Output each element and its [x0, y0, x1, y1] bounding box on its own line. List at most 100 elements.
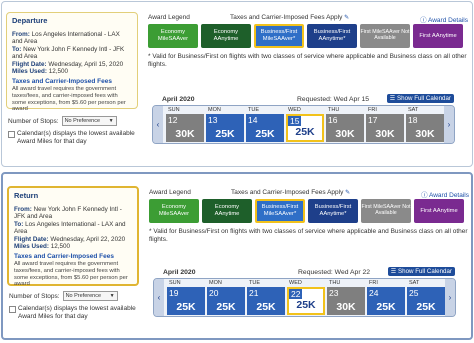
day-number: 12 [168, 115, 178, 125]
return-from: From: New York John F Kennedy Intl - JFK… [14, 206, 122, 221]
legend-business-milesaaver: Business/First MileSAAver* [254, 24, 304, 48]
day-cell[interactable]: 13 25K [206, 114, 244, 142]
day-cell[interactable]: 23 30K [327, 287, 365, 315]
return-calendar: ‹ SUN 19 25K MON 20 25K TUE 21 25K WED 22 25K THU 23 3… [153, 278, 456, 317]
legend-business-milesaaver: Business/First MileSAAver* [255, 199, 305, 223]
departure-from: From: Los Angeles International - LAX an… [12, 31, 120, 46]
departure-fees-link[interactable]: Taxes and Carrier-Imposed Fees [12, 78, 112, 85]
calendar-day[interactable]: WED 22 25K [287, 279, 325, 316]
day-cell[interactable]: 25 25K [407, 287, 445, 315]
show-full-calendar-button[interactable]: ☰ Show Full Calendar [387, 267, 455, 276]
info-icon: ⓘ [421, 192, 428, 199]
day-of-week: SAT [409, 280, 420, 286]
calendar-note-checkbox [9, 306, 16, 313]
chevron-down-icon: ▼ [109, 293, 115, 299]
day-cell[interactable]: 20 25K [207, 287, 245, 315]
stops-select[interactable]: No Preference ▼ [61, 116, 117, 126]
calendar-day[interactable]: THU 23 30K [327, 279, 365, 316]
day-cell[interactable]: 16 30K [326, 114, 364, 142]
calendar-day[interactable]: SAT 25 25K [407, 279, 445, 316]
day-number: 17 [368, 115, 378, 125]
legend-economy-milesaaver: Economy MileSAAver [148, 24, 198, 48]
calendar-day[interactable]: TUE 14 25K [246, 106, 284, 143]
pencil-icon: ✎ [345, 190, 351, 196]
day-number: 24 [369, 288, 379, 298]
return-legend-header: Award Legend Taxes and Carrier-Imposed F… [149, 189, 471, 199]
departure-title: Departure [12, 16, 48, 25]
legend-business-aanytime: Business/First AAnytime* [308, 199, 358, 223]
departure-info-card: Departure From: Los Angeles Internationa… [6, 12, 138, 112]
calendar-day[interactable]: MON 20 25K [207, 279, 245, 316]
day-cell[interactable]: 18 30K [406, 114, 444, 142]
fees-apply-link[interactable]: Taxes and Carrier-Imposed Fees Apply ✎ [231, 189, 350, 196]
chevron-left-icon[interactable]: ‹ [154, 279, 164, 316]
requested-date: Requested: Wed Apr 22 [298, 269, 371, 276]
return-to: To: Los Angeles International - LAX and … [14, 220, 126, 236]
day-cell[interactable]: 22 25K [287, 287, 325, 315]
day-of-week: MON [209, 280, 222, 286]
legend-first-milesaaver-na: First MileSAAver Not Available [361, 199, 411, 223]
calendar-day[interactable]: FRI 17 30K [366, 106, 404, 143]
day-of-week: WED [288, 107, 301, 113]
award-details-link[interactable]: ⓘ Award Details [420, 14, 468, 24]
legend-economy-aanytime: Economy AAnytime [201, 24, 251, 48]
day-cell[interactable]: 14 25K [246, 114, 284, 142]
legend-title: Award Legend [149, 189, 191, 196]
day-cell[interactable]: 24 25K [367, 287, 405, 315]
legend-economy-aanytime: Economy AAnytime [202, 199, 252, 223]
day-number: 16 [328, 115, 338, 125]
departure-section: Departure From: Los Angeles Internationa… [1, 1, 473, 167]
calendar-day[interactable]: TUE 21 25K [247, 279, 285, 316]
return-fees-link[interactable]: Taxes and Carrier-Imposed Fees [14, 253, 114, 260]
calendar-day[interactable]: THU 16 30K [326, 106, 364, 143]
return-legend: Economy MileSAAver Economy AAnytime Busi… [149, 199, 471, 223]
return-date: Flight Date: Wednesday, April 22, 2020 [14, 235, 126, 243]
calendar-day[interactable]: SUN 19 25K [167, 279, 205, 316]
legend-business-aanytime: Business/First AAnytime* [307, 24, 357, 48]
info-icon: ⓘ [420, 17, 427, 24]
day-cell[interactable]: 21 25K [247, 287, 285, 315]
day-price: 25K [176, 301, 196, 313]
day-cell[interactable]: 15 25K [286, 114, 324, 142]
day-number: 21 [249, 288, 259, 298]
day-price: 25K [296, 299, 316, 311]
legend-first-aanytime: First AAnytime [413, 24, 463, 48]
day-cell[interactable]: 17 30K [366, 114, 404, 142]
day-number: 18 [408, 115, 418, 125]
day-number: 14 [248, 115, 258, 125]
day-of-week: SUN [169, 280, 181, 286]
return-stops: Number of Stops: No Preference ▼ [9, 291, 118, 301]
calendar-month: April 2020 [163, 269, 196, 276]
day-price: 25K [256, 301, 276, 313]
day-price: 30K [175, 128, 195, 140]
stops-label: Number of Stops: [8, 117, 59, 125]
day-price: 25K [215, 128, 235, 140]
calendar-day[interactable]: SAT 18 30K [406, 106, 444, 143]
day-cell[interactable]: 19 25K [167, 287, 205, 315]
calendar-day[interactable]: WED 15 25K [286, 106, 324, 143]
calendar-day[interactable]: MON 13 25K [206, 106, 244, 143]
day-number: 19 [169, 288, 179, 298]
day-number: 22 [289, 289, 303, 299]
fees-apply-link[interactable]: Taxes and Carrier-Imposed Fees Apply ✎ [230, 14, 349, 21]
award-details-link[interactable]: ⓘ Award Details [421, 189, 469, 199]
departure-to: To: New York John F Kennedy Intl - JFK a… [12, 45, 125, 61]
show-full-calendar-button[interactable]: ☰ Show Full Calendar [386, 94, 454, 103]
chevron-right-icon[interactable]: › [445, 279, 455, 316]
departure-legend: Economy MileSAAver Economy AAnytime Busi… [148, 24, 470, 48]
legend-first-milesaaver-na: First MileSAAver Not Available [360, 24, 410, 48]
day-cell[interactable]: 12 30K [166, 114, 204, 142]
day-of-week: THU [328, 107, 340, 113]
calendar-note-checkbox [8, 131, 15, 138]
day-price: 25K [416, 301, 436, 313]
calendar-day[interactable]: SUN 12 30K [166, 106, 204, 143]
stops-select[interactable]: No Preference ▼ [62, 291, 118, 301]
day-price: 30K [375, 128, 395, 140]
day-of-week: MON [208, 107, 221, 113]
calendar-day[interactable]: FRI 24 25K [367, 279, 405, 316]
departure-stops: Number of Stops: No Preference ▼ [8, 116, 117, 126]
chevron-left-icon[interactable]: ‹ [153, 106, 163, 143]
chevron-right-icon[interactable]: › [444, 106, 454, 143]
day-price: 25K [376, 301, 396, 313]
day-price: 30K [415, 128, 435, 140]
